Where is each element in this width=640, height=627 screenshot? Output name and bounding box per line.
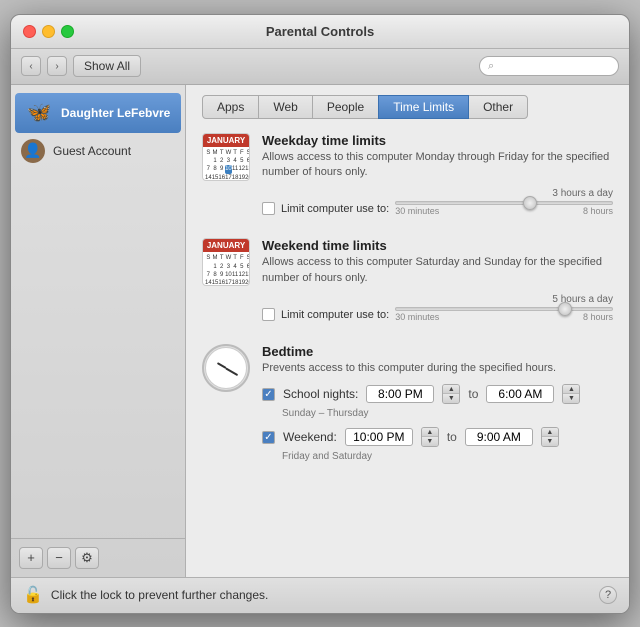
sidebar-item-daughter[interactable]: 🦋 Daughter LeFebvre	[15, 93, 181, 133]
weekday-slider-max: 8 hours	[583, 206, 613, 216]
maximize-button[interactable]	[61, 25, 74, 38]
weekend-slider-labels: 30 minutes 8 hours	[395, 312, 613, 322]
user-avatar-daughter: 🦋	[25, 99, 53, 127]
bedtime-weekend-end-stepper[interactable]: ▲ ▼	[541, 427, 559, 447]
search-input[interactable]	[498, 59, 610, 73]
bedtime-weekend-label: Weekend:	[283, 430, 337, 444]
weekend-checkbox[interactable]	[262, 308, 275, 321]
clock-minute-hand	[226, 367, 239, 375]
school-nights-start-stepper[interactable]: ▲ ▼	[442, 384, 460, 404]
bedtime-weekend-start-input[interactable]	[345, 428, 413, 446]
weekend-section: JANUARY SMTWTFS 123456 78910111213 14151…	[202, 238, 613, 326]
weekday-slider-track[interactable]	[395, 201, 613, 205]
weekend-slider-min: 30 minutes	[395, 312, 439, 322]
bedtime-weekend-to: to	[447, 430, 457, 444]
weekend-content: Weekend time limits Allows access to thi…	[262, 238, 613, 326]
school-nights-start-input[interactable]	[366, 385, 434, 403]
weekday-limit-row: Limit computer use to: 30 minutes 8 hour…	[262, 201, 613, 216]
weekend-desc: Allows access to this computer Saturday …	[262, 255, 613, 286]
minimize-button[interactable]	[42, 25, 55, 38]
school-nights-end-input[interactable]	[486, 385, 554, 403]
school-nights-start-up[interactable]: ▲	[443, 385, 459, 394]
titlebar: Parental Controls	[11, 15, 629, 49]
sidebar-bottom: + − ⚙	[11, 538, 185, 577]
sidebar-label-guest: Guest Account	[53, 144, 131, 158]
weekday-title: Weekday time limits	[262, 133, 613, 148]
sidebar-label-daughter: Daughter LeFebvre	[61, 106, 170, 120]
weekday-calendar-icon: JANUARY SMTWTFS 123456 78910111213 14151…	[202, 133, 250, 181]
weekend-limit-label: Limit computer use to:	[281, 309, 389, 321]
search-icon: ⌕	[488, 60, 494, 73]
show-all-button[interactable]: Show All	[73, 55, 141, 77]
bedtime-clock-icon	[202, 344, 250, 392]
lock-text: Click the lock to prevent further change…	[51, 588, 268, 602]
school-nights-end-up[interactable]: ▲	[563, 385, 579, 394]
forward-button[interactable]: ›	[47, 56, 67, 76]
school-nights-end-stepper[interactable]: ▲ ▼	[562, 384, 580, 404]
bedtime-weekend-sub: Friday and Saturday	[282, 451, 613, 462]
bedtime-section: Bedtime Prevents access to this computer…	[202, 344, 613, 470]
weekend-slider-max: 8 hours	[583, 312, 613, 322]
bedtime-weekend-end-input[interactable]	[465, 428, 533, 446]
bedtime-title: Bedtime	[262, 344, 613, 359]
weekend-limit-row: Limit computer use to: 30 minutes 8 hour…	[262, 307, 613, 322]
weekday-desc: Allows access to this computer Monday th…	[262, 150, 613, 181]
remove-account-button[interactable]: −	[47, 547, 71, 569]
bedtime-weekend-start-up[interactable]: ▲	[422, 428, 438, 437]
school-nights-sub: Sunday – Thursday	[282, 408, 613, 419]
close-button[interactable]	[23, 25, 36, 38]
school-nights-label: School nights:	[283, 387, 358, 401]
bedtime-weekend-start-down[interactable]: ▼	[422, 437, 438, 446]
weekday-limit-label: Limit computer use to:	[281, 203, 389, 215]
sidebar-list: 🦋 Daughter LeFebvre 👤 Guest Account	[11, 85, 185, 538]
school-nights-checkbox[interactable]	[262, 388, 275, 401]
bedtime-weekend-checkbox[interactable]	[262, 431, 275, 444]
sidebar: 🦋 Daughter LeFebvre 👤 Guest Account + − …	[11, 85, 186, 577]
window-title: Parental Controls	[266, 24, 374, 39]
weekend-slider-thumb[interactable]	[558, 302, 572, 316]
bottom-bar: 🔓 Click the lock to prevent further chan…	[11, 577, 629, 613]
weekday-slider-container: 30 minutes 8 hours	[395, 201, 613, 216]
traffic-lights	[23, 25, 74, 38]
main-content: 🦋 Daughter LeFebvre 👤 Guest Account + − …	[11, 85, 629, 577]
user-avatar-guest: 👤	[21, 139, 45, 163]
tab-apps[interactable]: Apps	[202, 95, 259, 119]
weekday-content: Weekday time limits Allows access to thi…	[262, 133, 613, 221]
tab-time-limits[interactable]: Time Limits	[378, 95, 469, 119]
school-nights-end-down[interactable]: ▼	[563, 394, 579, 403]
weekend-slider-track[interactable]	[395, 307, 613, 311]
tab-web[interactable]: Web	[258, 95, 312, 119]
bedtime-desc: Prevents access to this computer during …	[262, 361, 613, 376]
search-box[interactable]: ⌕	[479, 56, 619, 76]
bedtime-weekend-end-down[interactable]: ▼	[542, 437, 558, 446]
settings-button[interactable]: ⚙	[75, 547, 99, 569]
bedtime-weekend-row: Weekend: ▲ ▼ to ▲ ▼	[262, 427, 613, 447]
back-button[interactable]: ‹	[21, 56, 41, 76]
add-account-button[interactable]: +	[19, 547, 43, 569]
sidebar-item-guest[interactable]: 👤 Guest Account	[11, 133, 185, 169]
clock-face	[205, 347, 247, 389]
bedtime-content: Bedtime Prevents access to this computer…	[262, 344, 613, 470]
weekend-calendar-icon: JANUARY SMTWTFS 123456 78910111213 14151…	[202, 238, 250, 286]
weekday-checkbox[interactable]	[262, 202, 275, 215]
school-nights-row: School nights: ▲ ▼ to ▲ ▼	[262, 384, 613, 404]
toolbar: ‹ › Show All ⌕	[11, 49, 629, 85]
right-panel: Apps Web People Time Limits Other JANUAR…	[186, 85, 629, 577]
weekday-slider-min: 30 minutes	[395, 206, 439, 216]
weekend-slider-container: 30 minutes 8 hours	[395, 307, 613, 322]
tabs-bar: Apps Web People Time Limits Other	[202, 95, 613, 119]
tab-people[interactable]: People	[312, 95, 379, 119]
lock-icon[interactable]: 🔓	[23, 585, 43, 605]
help-button[interactable]: ?	[599, 586, 617, 604]
weekday-slider-labels: 30 minutes 8 hours	[395, 206, 613, 216]
weekend-title: Weekend time limits	[262, 238, 613, 253]
bedtime-weekend-end-up[interactable]: ▲	[542, 428, 558, 437]
school-nights-to: to	[468, 387, 478, 401]
weekday-section: JANUARY SMTWTFS 123456 78910111213 14151…	[202, 133, 613, 221]
bedtime-weekend-start-stepper[interactable]: ▲ ▼	[421, 427, 439, 447]
tab-other[interactable]: Other	[468, 95, 528, 119]
main-window: Parental Controls ‹ › Show All ⌕ 🦋 Daugh…	[10, 14, 630, 614]
weekday-slider-value: 3 hours a day	[262, 188, 613, 199]
school-nights-start-down[interactable]: ▼	[443, 394, 459, 403]
